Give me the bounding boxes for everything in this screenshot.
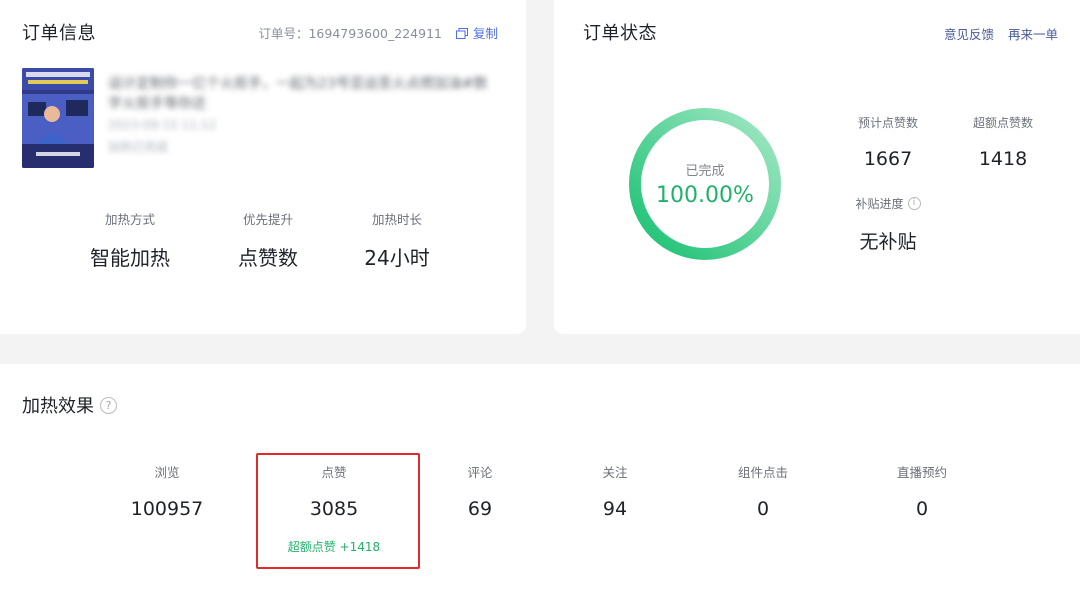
follows-stat: 关注 94 xyxy=(555,462,675,520)
views-stat: 浏览 100957 xyxy=(107,462,227,520)
copy-label: 复制 xyxy=(472,26,498,41)
info-icon[interactable]: i xyxy=(907,197,921,210)
priority-boost-stat: 优先提升 点赞数 xyxy=(208,209,328,271)
heat-duration-value: 24小时 xyxy=(364,246,430,270)
comments-stat: 评论 69 xyxy=(420,462,540,520)
reorder-link[interactable]: 再来一单 xyxy=(1008,24,1058,43)
progress-text: 已完成 100.00% xyxy=(628,107,782,261)
likes-label: 点赞 xyxy=(321,465,347,480)
heat-duration-stat: 加热时长 24小时 xyxy=(337,209,457,271)
subsidy-label: 补贴进度 xyxy=(855,197,904,211)
likes-stat: 点赞 3085 超额点赞 +1418 xyxy=(274,462,394,555)
live-reservations-value: 0 xyxy=(915,498,929,520)
video-status: 加热已完成 xyxy=(108,140,169,154)
heat-method-value: 智能加热 xyxy=(90,246,170,270)
likes-value: 3085 xyxy=(309,498,359,520)
help-icon[interactable]: ? xyxy=(100,396,117,414)
follows-value: 94 xyxy=(602,498,628,520)
extra-likes-stat: 超额点赞数 1418 xyxy=(948,114,1058,170)
component-clicks-stat: 组件点击 0 xyxy=(703,462,823,520)
video-info: 设计定制你一亿个火炬手，一起为23号亚运圣火点燃加油#数字火炬手等你还 2023… xyxy=(108,74,488,158)
heat-effect-title: 加热效果 xyxy=(22,396,94,417)
component-clicks-label: 组件点击 xyxy=(737,465,788,480)
subsidy-value: 无补贴 xyxy=(859,231,917,253)
extra-likes-value: 1418 xyxy=(978,148,1028,170)
copy-icon xyxy=(455,27,468,39)
order-info-title: 订单信息 xyxy=(22,23,96,44)
comments-label: 评论 xyxy=(467,465,493,480)
order-number: 订单号：1694793600_224911 复制 xyxy=(258,23,498,42)
follows-label: 关注 xyxy=(602,465,628,480)
expected-likes-value: 1667 xyxy=(863,148,913,170)
views-value: 100957 xyxy=(130,498,204,520)
priority-boost-label: 优先提升 xyxy=(242,212,293,227)
copy-button[interactable]: 复制 xyxy=(455,23,498,42)
comments-value: 69 xyxy=(467,498,493,520)
progress-label: 已完成 xyxy=(685,164,725,179)
live-reservations-stat: 直播预约 0 xyxy=(862,462,982,520)
heat-method-label: 加热方式 xyxy=(104,212,155,227)
heat-duration-label: 加热时长 xyxy=(371,212,422,227)
progress-value: 100.00% xyxy=(656,183,754,208)
component-clicks-value: 0 xyxy=(756,498,770,520)
priority-boost-value: 点赞数 xyxy=(238,246,298,270)
live-reservations-label: 直播预约 xyxy=(896,465,947,480)
extra-likes-label: 超额点赞数 xyxy=(972,116,1033,130)
heat-effect-title-row: 加热效果 ? xyxy=(22,392,117,418)
order-info-card: 订单信息 订单号：1694793600_224911 复制 设计定制你一亿个火炬… xyxy=(0,0,526,334)
subsidy-stat: 补贴进度 i 无补贴 xyxy=(830,195,946,254)
video-date: 2023-09-15 11:12 xyxy=(108,118,217,132)
heat-method-stat: 加热方式 智能加热 xyxy=(70,209,190,271)
expected-likes-stat: 预计点赞数 1667 xyxy=(833,114,943,170)
order-status-title: 订单状态 xyxy=(583,23,657,44)
subsidy-label-row: 补贴进度 i xyxy=(830,195,946,212)
order-status-card: 订单状态 意见反馈 再来一单 已完成 100.00% 预计点赞数 1667 超额… xyxy=(554,0,1080,334)
feedback-link[interactable]: 意见反馈 xyxy=(944,24,994,43)
expected-likes-label: 预计点赞数 xyxy=(857,116,918,130)
extra-likes-note: 超额点赞 +1418 xyxy=(287,540,381,554)
video-thumbnail[interactable] xyxy=(22,68,94,168)
status-links: 意见反馈 再来一单 xyxy=(944,24,1058,43)
views-label: 浏览 xyxy=(154,465,180,480)
order-number-text: 订单号：1694793600_224911 xyxy=(258,26,442,41)
heat-effect-card: 加热效果 ? 浏览 100957 点赞 3085 超额点赞 +1418 评论 6… xyxy=(0,364,1080,596)
video-title: 设计定制你一亿个火炬手，一起为23号亚运圣火点燃加油#数字火炬手等你还 xyxy=(108,76,488,112)
